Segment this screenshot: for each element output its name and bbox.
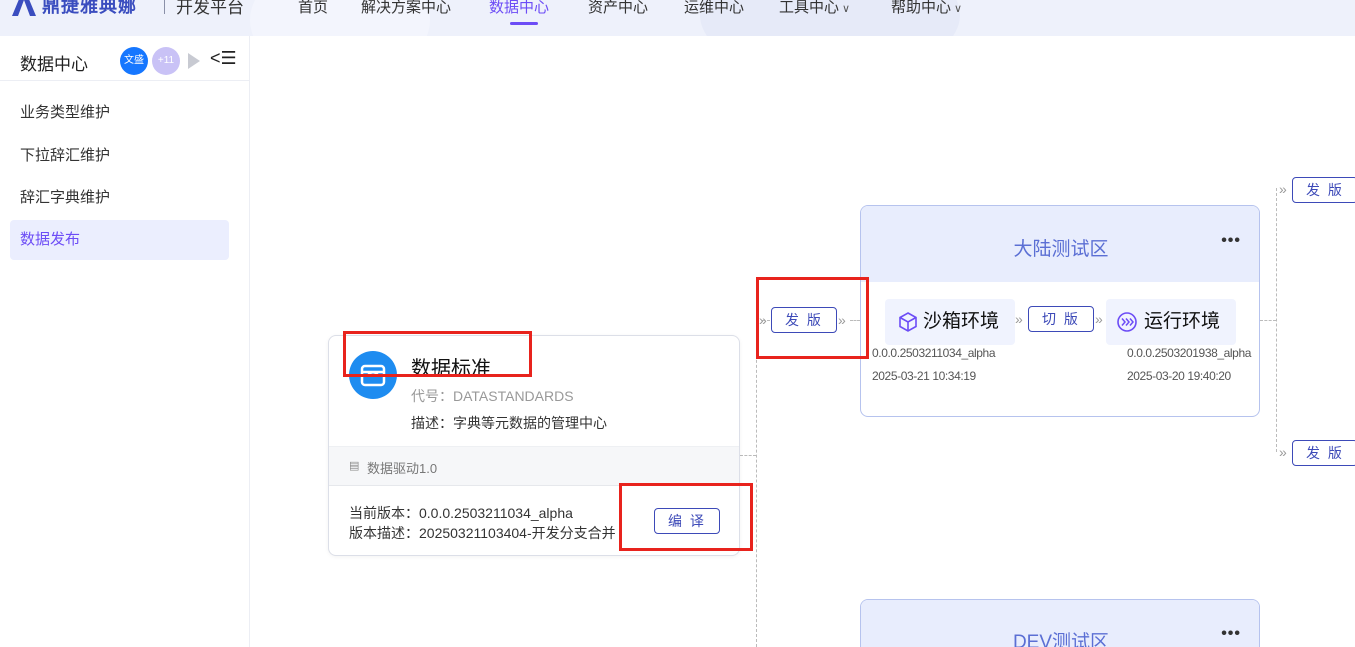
- nav-tool-center[interactable]: 工具中心 ∨: [779, 0, 850, 17]
- double-chevron-right-icon: »: [1095, 311, 1103, 327]
- branch-release-button-bottom[interactable]: 发 版: [1292, 440, 1355, 466]
- double-chevron-right-icon: »: [1015, 311, 1023, 327]
- highlight-box: [343, 331, 532, 377]
- nav-help-center-label: 帮助中心: [891, 0, 952, 16]
- sidebar-title: 数据中心: [20, 55, 88, 74]
- runtime-timestamp: 2025-03-20 19:40:20: [1127, 369, 1231, 383]
- driver-label: 数据驱动1.0: [367, 461, 438, 476]
- app-code: 代号：DATASTANDARDS: [411, 388, 574, 404]
- connector-line: [1260, 320, 1276, 321]
- sidebar-item-business-type[interactable]: 业务类型维护: [10, 93, 229, 133]
- env-card-mainland-test[interactable]: 大陆测试区 ••• 沙箱环境 » 切 版 » 运行环境 0.0.0.250321…: [860, 205, 1260, 417]
- chevron-down-icon: ∨: [954, 3, 963, 15]
- collapse-menu-icon[interactable]: <☰: [210, 48, 237, 69]
- sidebar-item-vocab-dictionary[interactable]: 辞汇字典维护: [10, 178, 229, 218]
- nav-ops-center[interactable]: 运维中心: [684, 0, 744, 17]
- env-title: 大陆测试区: [1013, 239, 1109, 260]
- highlight-box: [619, 483, 753, 551]
- brand-name: 鼎捷雅典娜: [42, 0, 137, 16]
- more-options-icon[interactable]: •••: [1221, 232, 1241, 250]
- switch-version-button[interactable]: 切 版: [1028, 306, 1094, 332]
- top-navigation-bar: 鼎捷雅典娜 开发平台 首页 解决方案中心 数据中心 资产中心 运维中心 工具中心…: [0, 0, 1355, 36]
- active-tab-indicator: [510, 22, 538, 25]
- connector-line: [740, 455, 756, 456]
- nav-asset-center[interactable]: 资产中心: [588, 0, 648, 17]
- current-version: 当前版本：0.0.0.2503211034_alpha: [349, 505, 573, 521]
- runtime-env-label: 运行环境: [1144, 311, 1221, 332]
- sandbox-env-stage[interactable]: 沙箱环境: [885, 299, 1015, 345]
- env-title: DEV测试区: [1012, 632, 1110, 647]
- driver-band: ▤ 数据驱动1.0: [329, 446, 739, 486]
- play-icon[interactable]: [188, 53, 200, 69]
- cube-icon: [899, 312, 917, 332]
- database-icon: ▤: [349, 460, 360, 472]
- sidebar-header: 数据中心 文盛 +11 <☰: [0, 36, 250, 81]
- nav-tool-center-label: 工具中心: [779, 0, 840, 16]
- double-chevron-right-icon: »: [1279, 181, 1287, 197]
- sidebar-item-data-release[interactable]: 数据发布: [10, 220, 229, 260]
- sandbox-version: 0.0.0.2503211034_alpha: [872, 346, 996, 360]
- more-options-icon[interactable]: •••: [1221, 625, 1241, 643]
- connector-line: [1276, 188, 1277, 452]
- double-chevron-right-icon: »: [1279, 444, 1287, 460]
- runtime-version: 0.0.0.2503201938_alpha: [1127, 346, 1251, 360]
- branch-release-button-top[interactable]: 发 版: [1292, 177, 1355, 203]
- avatar-more-count[interactable]: +11: [152, 47, 180, 75]
- platform-name: 开发平台: [176, 0, 244, 17]
- connector-line: [756, 320, 757, 647]
- nav-data-center[interactable]: 数据中心: [489, 0, 549, 17]
- version-description: 版本描述：20250321103404-开发分支合并: [349, 525, 616, 541]
- sandbox-env-label: 沙箱环境: [923, 311, 1000, 332]
- app-description: 描述：字典等元数据的管理中心: [411, 415, 607, 431]
- sidebar: 数据中心 文盛 +11 <☰ 业务类型维护 下拉辞汇维护 辞汇字典维护 数据发布: [0, 36, 250, 647]
- nav-solution-center[interactable]: 解决方案中心: [361, 0, 451, 17]
- run-forward-icon: [1117, 312, 1137, 332]
- sandbox-timestamp: 2025-03-21 10:34:19: [872, 369, 976, 383]
- nav-home[interactable]: 首页: [298, 0, 328, 17]
- runtime-env-stage[interactable]: 运行环境: [1106, 299, 1236, 345]
- sidebar-item-dropdown-vocab[interactable]: 下拉辞汇维护: [10, 136, 229, 176]
- highlight-box: [756, 277, 869, 359]
- brand-divider: [164, 0, 165, 14]
- avatar[interactable]: 文盛: [120, 47, 148, 75]
- env-card-dev-test[interactable]: DEV测试区 •••: [860, 599, 1260, 647]
- nav-help-center[interactable]: 帮助中心 ∨: [891, 0, 962, 17]
- chevron-down-icon: ∨: [842, 3, 851, 15]
- athena-logo-icon: [12, 0, 36, 16]
